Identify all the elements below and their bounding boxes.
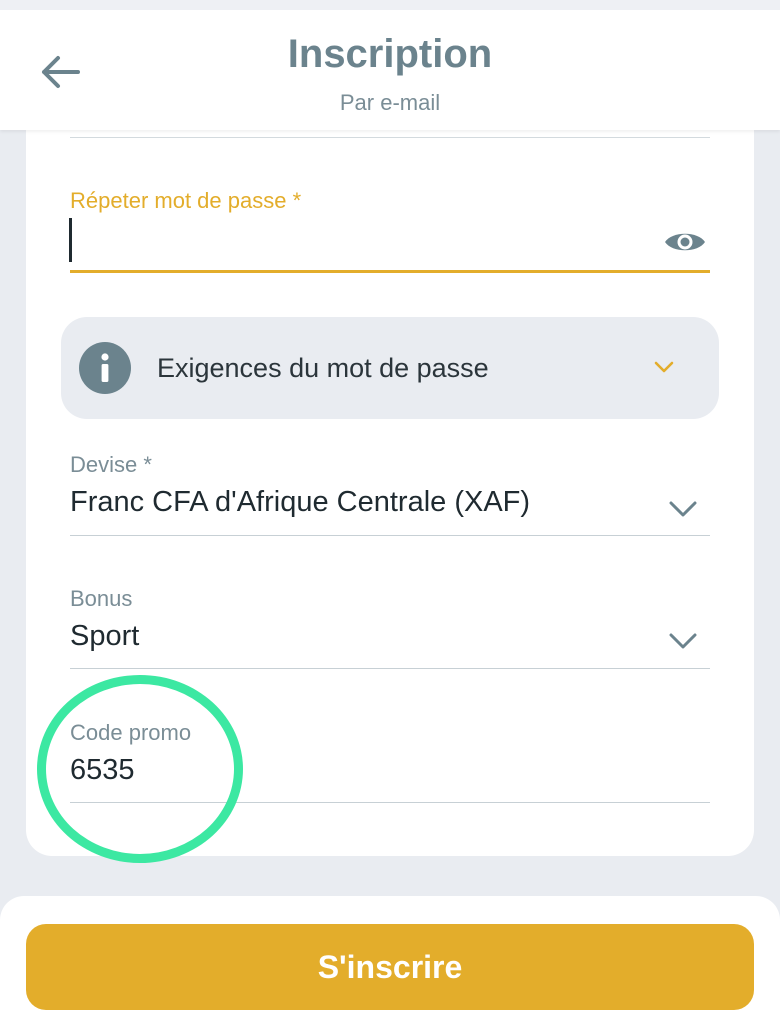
repeat-password-underline: [70, 270, 710, 273]
eye-icon: [665, 233, 705, 251]
previous-field-underline: [70, 137, 710, 138]
bonus-select[interactable]: Sport: [70, 614, 710, 668]
bonus-value: Sport: [70, 620, 140, 652]
register-button[interactable]: S'inscrire: [26, 924, 754, 1010]
app-header: Inscription Par e-mail: [0, 10, 780, 130]
status-bar-strip: [0, 0, 780, 10]
currency-underline: [70, 535, 710, 536]
register-button-label: S'inscrire: [317, 948, 463, 985]
currency-value: Franc CFA d'Afrique Centrale (XAF): [70, 486, 531, 518]
currency-select[interactable]: Franc CFA d'Afrique Centrale (XAF): [70, 480, 710, 534]
chevron-down-icon: [666, 498, 700, 520]
promo-code-value: 6535: [70, 754, 135, 786]
info-icon: [79, 342, 131, 394]
chevron-down-icon: [652, 357, 676, 377]
chevron-down-icon: [666, 630, 700, 652]
toggle-password-visibility-button[interactable]: [662, 223, 708, 261]
promo-code-underline: [70, 802, 710, 803]
bottom-action-panel: S'inscrire: [0, 896, 780, 1024]
promo-code-input[interactable]: 6535: [70, 748, 710, 802]
repeat-password-input[interactable]: [70, 216, 710, 268]
page-title: Inscription: [287, 32, 493, 76]
password-requirements-toggle[interactable]: Exigences du mot de passe: [61, 317, 719, 419]
password-requirements-label: Exigences du mot de passe: [157, 353, 489, 383]
promo-code-label: Code promo: [70, 720, 192, 745]
text-caret: [69, 218, 72, 262]
bonus-underline: [70, 668, 710, 669]
currency-label: Devise *: [70, 452, 152, 477]
repeat-password-label: Répeter mot de passe *: [70, 188, 302, 213]
page-subtitle: Par e-mail: [339, 90, 441, 115]
bonus-label: Bonus: [70, 586, 133, 611]
registration-form-card: Répeter mot de passe * Exigences du mot …: [26, 118, 754, 856]
